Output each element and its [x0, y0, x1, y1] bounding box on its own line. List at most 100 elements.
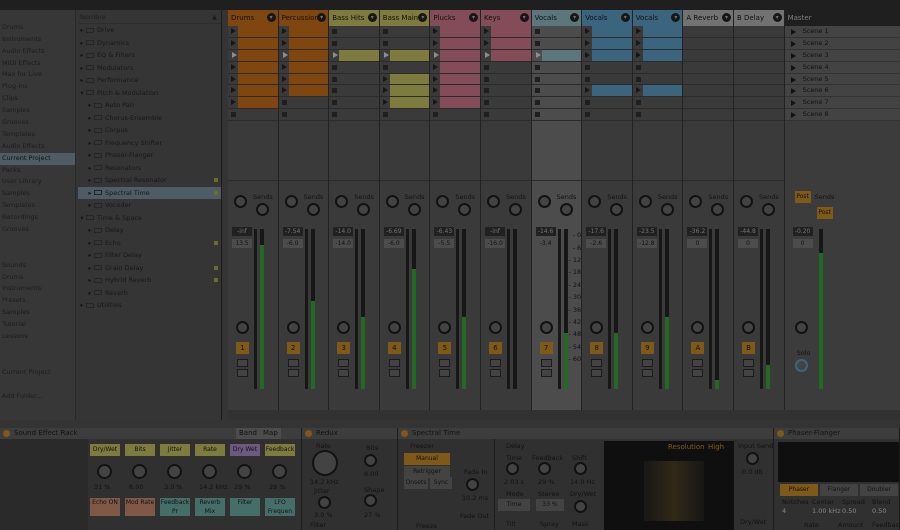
solo-button[interactable] [237, 359, 248, 368]
clip-stop-icon[interactable] [484, 88, 489, 94]
clip-slot[interactable] [683, 85, 733, 98]
redux-title[interactable]: Redux [302, 428, 397, 439]
clip-slot[interactable] [430, 26, 480, 38]
expand-arrow-icon[interactable]: ▸ [86, 174, 94, 187]
spectral-time-title[interactable]: Spectral Time [398, 428, 773, 439]
clip-slot[interactable] [228, 109, 278, 122]
clip-slot[interactable] [582, 97, 632, 110]
browser-place-item[interactable]: Presets [0, 295, 75, 307]
fold-icon[interactable]: ▾ [620, 13, 630, 22]
clip-slot[interactable] [329, 62, 379, 74]
clip[interactable] [238, 49, 278, 61]
scene-launch[interactable]: Scene 7 [784, 97, 900, 110]
clip-slot[interactable] [632, 62, 683, 74]
arm-button[interactable] [540, 369, 552, 378]
master-header[interactable]: Master [784, 10, 900, 26]
track-header[interactable]: Vocals ▾ [632, 10, 683, 26]
clip[interactable] [389, 49, 430, 61]
clip-slot[interactable] [683, 62, 733, 74]
clip-slot[interactable] [278, 61, 329, 74]
send-a-knob[interactable] [689, 195, 703, 209]
macro-name-bottom[interactable]: LFO Frequen [265, 498, 295, 516]
expand-arrow-icon[interactable]: ▸ [78, 299, 86, 312]
clip-stop-icon[interactable] [332, 40, 338, 46]
clip-slot[interactable] [379, 62, 430, 74]
browser-place-item[interactable]: MIDI Effects [0, 58, 75, 70]
clip-stop-icon[interactable] [382, 40, 388, 46]
track-activator[interactable]: 7 [539, 342, 553, 355]
send-b-knob[interactable] [407, 203, 421, 217]
clip-playing-icon[interactable] [232, 51, 237, 58]
macro-knob[interactable] [237, 464, 252, 479]
clip-launch-icon[interactable] [635, 28, 641, 34]
expand-arrow-icon[interactable]: ▸ [86, 237, 94, 250]
track-activator[interactable]: 9 [640, 342, 654, 355]
clip-slot[interactable] [228, 61, 278, 74]
pan-knob[interactable] [286, 321, 300, 335]
browser-item[interactable]: ▾ Time & Space [78, 212, 221, 225]
send-a-knob[interactable] [385, 195, 399, 209]
solo-button[interactable] [591, 359, 603, 368]
send-b-knob[interactable] [306, 203, 320, 217]
expand-arrow-icon[interactable]: ▸ [86, 274, 94, 287]
volume-value[interactable]: -23.5 [636, 227, 657, 237]
browser-item[interactable]: ▸ Modulators [78, 62, 221, 75]
browser-place-item[interactable] [0, 236, 75, 248]
clip[interactable] [642, 26, 683, 37]
clip-slot[interactable] [683, 50, 733, 62]
clip-slot[interactable] [329, 109, 379, 122]
macro-name-bottom[interactable]: Mod Rate [125, 498, 155, 516]
browser-place-item[interactable]: Samples [0, 307, 75, 319]
scene-launch[interactable]: Scene 5 [784, 73, 900, 86]
pan-knob[interactable] [742, 321, 755, 335]
browser-item[interactable]: ▸ Frequency Shifter [78, 137, 221, 150]
browser-place-item[interactable]: Audio Effects [0, 141, 75, 153]
browser-item[interactable]: ▸ Spectral Resonator [78, 174, 221, 187]
clip-slot[interactable] [582, 62, 632, 74]
expand-arrow-icon[interactable]: ▸ [86, 112, 94, 125]
clip[interactable] [288, 73, 329, 85]
browser-place-item[interactable]: User Library [0, 176, 75, 188]
clip-launch-icon[interactable] [585, 28, 591, 34]
clip-launch-icon[interactable] [231, 99, 236, 106]
clip-launch-icon[interactable] [433, 28, 439, 34]
clip[interactable] [592, 85, 632, 97]
phaser-param-value[interactable]: 0.50 [842, 507, 856, 515]
clip-slot[interactable] [734, 62, 784, 74]
clip-launch-icon[interactable] [433, 63, 439, 70]
clip[interactable] [389, 73, 430, 85]
empty-slot-area[interactable] [228, 121, 278, 182]
expand-arrow-icon[interactable]: ▸ [78, 37, 86, 50]
clip-stop-icon[interactable] [281, 112, 287, 118]
browser-place-item[interactable] [0, 10, 75, 22]
clip-slot[interactable] [379, 26, 430, 38]
rack-title[interactable]: Sound Effect Rack Band Map [0, 428, 301, 439]
browser-place-item[interactable] [0, 248, 75, 260]
volume-value[interactable]: -inf [485, 227, 505, 237]
clip-stop-icon[interactable] [231, 112, 236, 118]
arm-button[interactable] [641, 369, 653, 378]
feedback-knob[interactable] [538, 462, 551, 475]
clip-slot[interactable] [481, 109, 531, 122]
volume-fader[interactable] [304, 229, 308, 390]
clip[interactable] [491, 49, 531, 61]
clip[interactable] [592, 26, 632, 37]
send-b-knob[interactable] [660, 203, 674, 217]
browser-item[interactable]: ▸ Phaser-Flanger [78, 149, 221, 162]
clip-stop-icon[interactable] [281, 100, 287, 106]
clip[interactable] [238, 37, 278, 49]
clip-launch-icon[interactable] [382, 99, 388, 106]
spectrum-display[interactable]: Resolution High [604, 441, 734, 530]
clip-slot[interactable] [481, 85, 531, 98]
clip-stop-icon[interactable] [585, 100, 591, 106]
browser-place-item[interactable]: Instruments [0, 283, 75, 295]
phaser-flanger-title[interactable]: Phaser-Flanger [774, 428, 899, 439]
clip-slot[interactable] [430, 97, 480, 110]
expand-arrow-icon[interactable]: ▸ [78, 62, 86, 75]
clip-slot[interactable] [531, 62, 582, 74]
track-activator[interactable]: 5 [438, 342, 452, 355]
track-header[interactable]: Percussion ▾ [278, 10, 329, 26]
expand-arrow-icon[interactable]: ▸ [78, 49, 86, 62]
clip-slot[interactable] [228, 26, 278, 38]
expand-arrow-icon[interactable]: ▸ [86, 262, 94, 275]
